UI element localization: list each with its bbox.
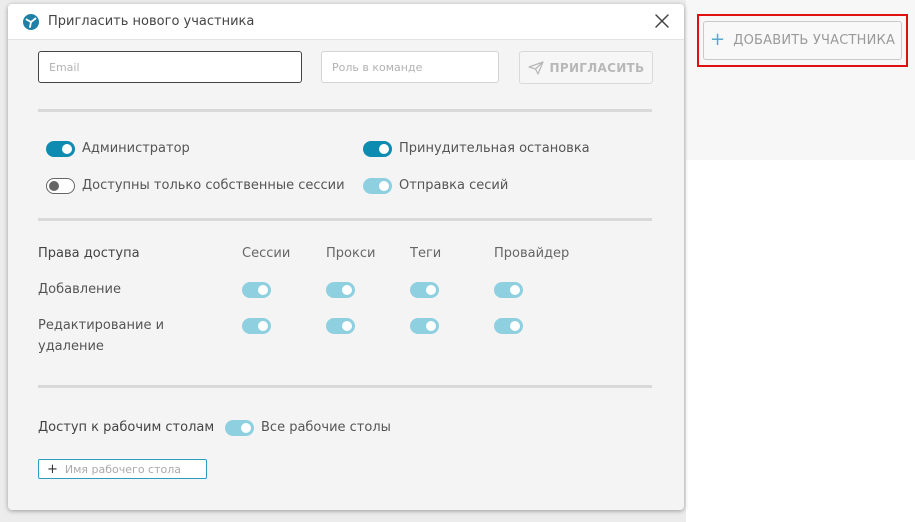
divider	[38, 218, 652, 221]
permission-row-add: Добавление	[38, 282, 122, 297]
modal-header: Пригласить нового участника	[8, 4, 684, 40]
toggle-edit-proxy[interactable]	[326, 318, 355, 334]
close-icon[interactable]	[654, 13, 670, 29]
toggle-send-sessions[interactable]	[363, 178, 392, 194]
toggle-all-desktops[interactable]	[225, 420, 254, 436]
role-input[interactable]	[321, 51, 499, 83]
divider	[38, 385, 652, 388]
add-desktop-placeholder: Имя рабочего стола	[64, 462, 182, 476]
toggle-add-proxy[interactable]	[326, 282, 355, 298]
invite-button[interactable]: ПРИГЛАСИТЬ	[519, 51, 653, 84]
column-sessions: Сессии	[242, 246, 291, 261]
send-icon	[527, 60, 544, 75]
toggle-own-sessions[interactable]	[46, 178, 75, 194]
add-member-button[interactable]: + ДОБАВИТЬ УЧАСТНИКА	[703, 21, 902, 60]
page-background	[686, 160, 915, 522]
toggle-administrator[interactable]	[46, 141, 75, 157]
divider	[38, 109, 652, 112]
role-label-send-sessions: Отправка сесий	[399, 178, 509, 193]
toggle-edit-sessions[interactable]	[242, 318, 271, 334]
column-proxy: Прокси	[326, 246, 376, 261]
invite-button-label: ПРИГЛАСИТЬ	[549, 60, 645, 75]
permission-row-edit: Редактирование и	[38, 318, 165, 333]
app-logo-icon	[23, 14, 39, 30]
toggle-force-stop[interactable]	[363, 141, 392, 157]
toggle-add-tags[interactable]	[410, 282, 439, 298]
toggle-edit-tags[interactable]	[410, 318, 439, 334]
column-provider: Провайдер	[494, 246, 570, 261]
invite-modal: Пригласить нового участника ПРИГЛАСИТЬ А…	[8, 4, 684, 510]
add-member-label: ДОБАВИТЬ УЧАСТНИКА	[733, 33, 896, 48]
toggle-edit-provider[interactable]	[494, 318, 523, 334]
permission-row-edit-line2: удаление	[38, 339, 104, 354]
role-label-own-sessions: Доступны только собственные сессии	[82, 178, 345, 193]
role-label-administrator: Администратор	[82, 141, 190, 156]
modal-title: Пригласить нового участника	[48, 14, 255, 29]
email-input[interactable]	[38, 51, 302, 83]
column-tags: Теги	[410, 246, 442, 261]
role-label-force-stop: Принудительная остановка	[399, 141, 590, 156]
plus-icon: +	[47, 461, 58, 477]
plus-icon: +	[709, 28, 726, 50]
permissions-header: Права доступа	[38, 246, 140, 261]
toggle-add-sessions[interactable]	[242, 282, 271, 298]
desktops-label: Доступ к рабочим столам	[38, 420, 215, 435]
toggle-add-provider[interactable]	[494, 282, 523, 298]
all-desktops-label: Все рабочие столы	[261, 420, 391, 435]
add-desktop-input[interactable]: + Имя рабочего стола	[38, 459, 207, 479]
